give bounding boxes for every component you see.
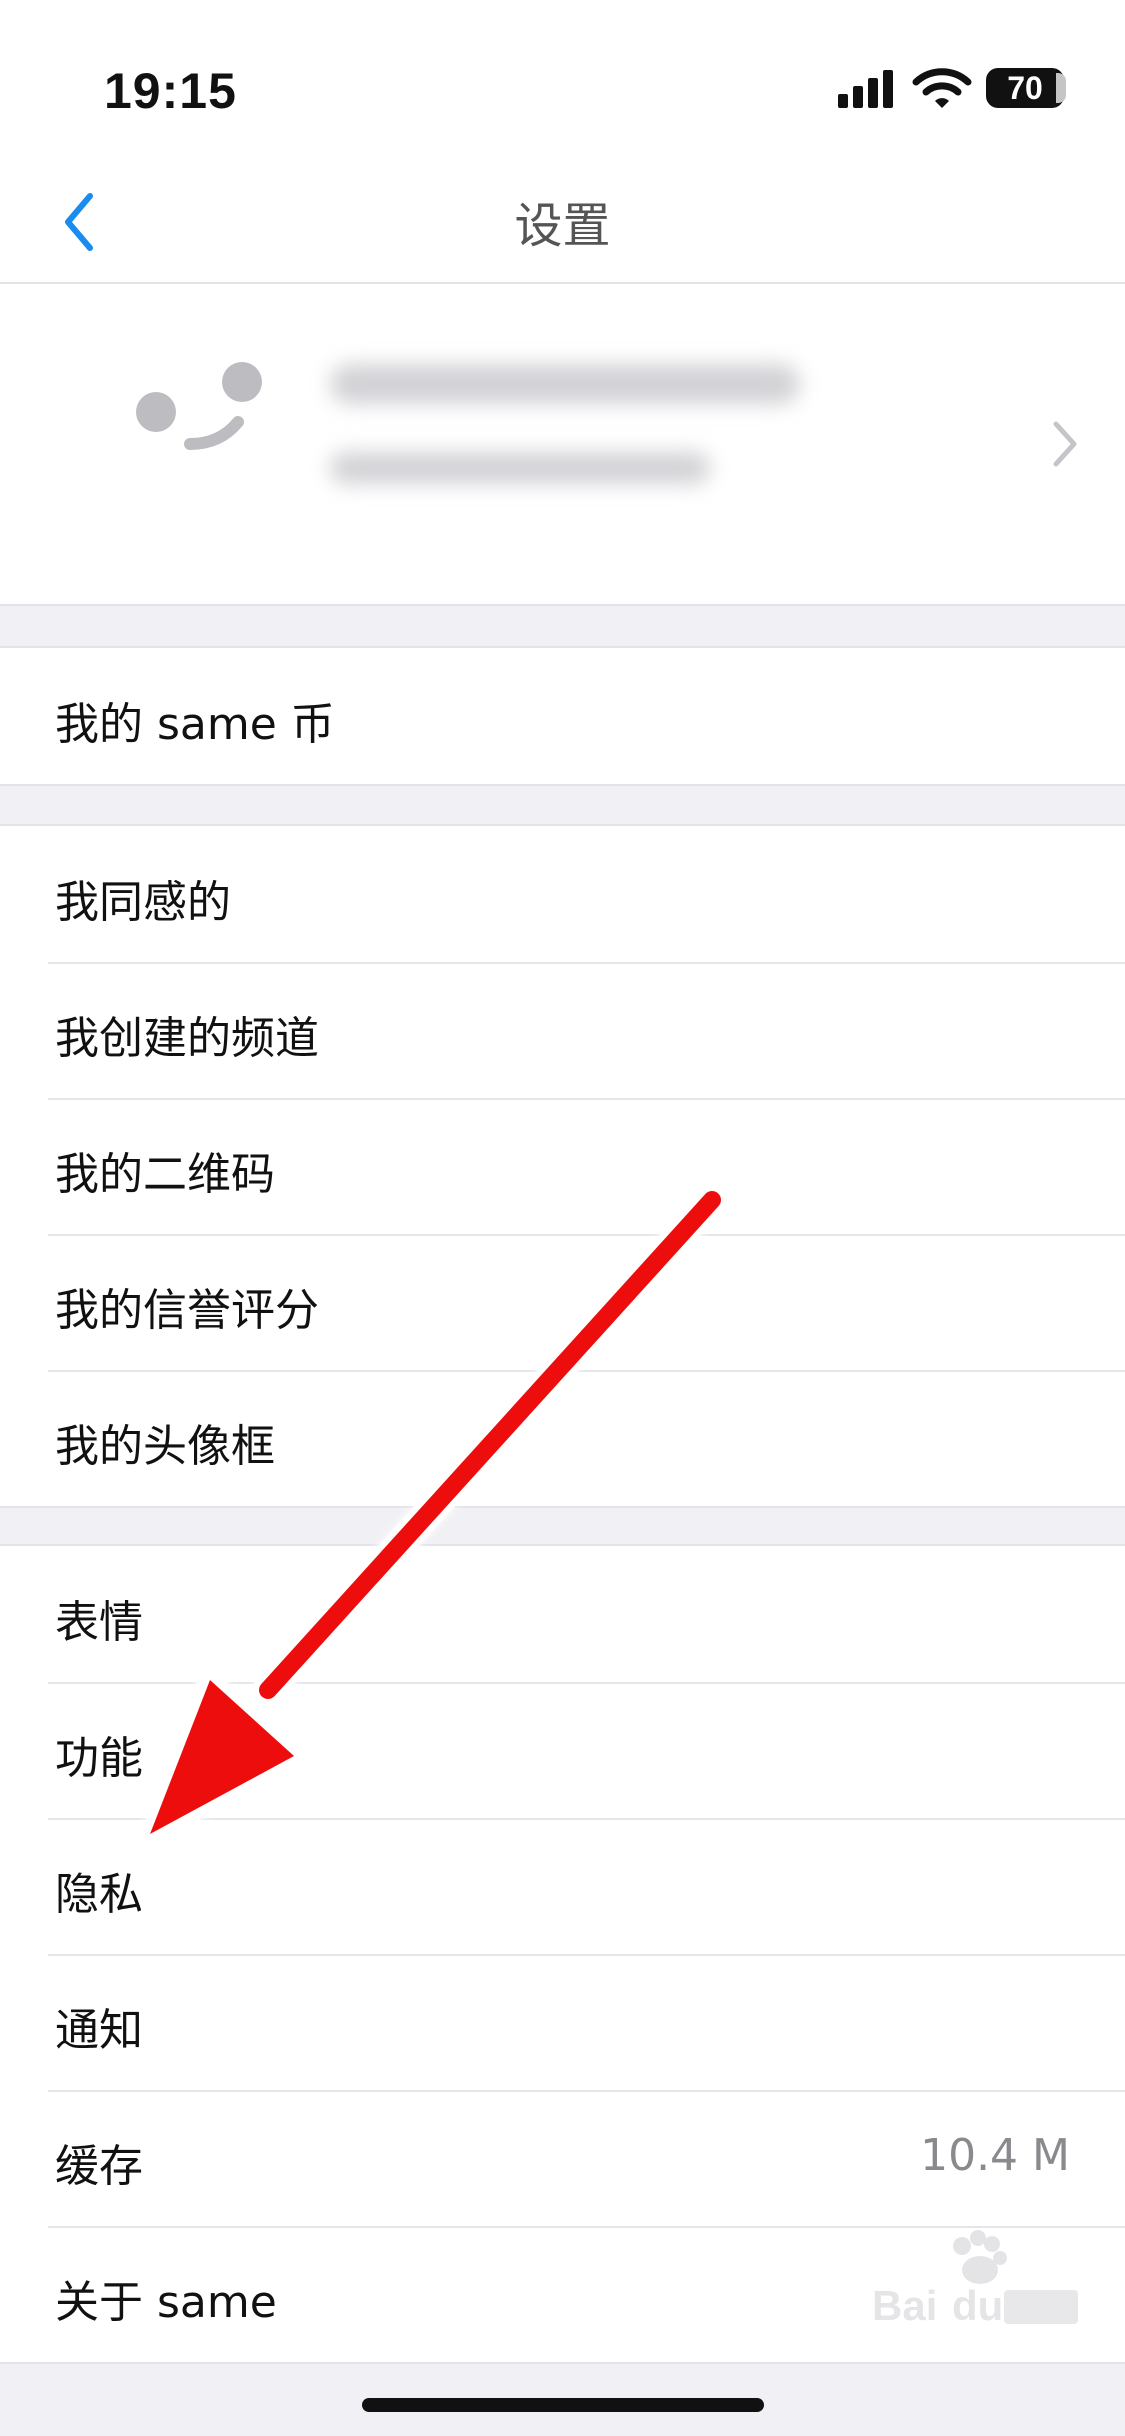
svg-text:Bai: Bai xyxy=(872,2282,937,2329)
settings-item-label: 我的信誉评分 xyxy=(55,1285,319,1336)
settings-item-label: 我的 same 币 xyxy=(55,699,335,750)
svg-text:du: du xyxy=(952,2282,1003,2329)
profile-name-redacted xyxy=(330,364,800,404)
profile-card[interactable] xyxy=(0,284,1125,606)
cache-size-value: 10.4 M xyxy=(920,2130,1070,2181)
settings-item-avatar-frame[interactable]: 我的头像框 xyxy=(0,1370,1125,1506)
chevron-right-icon xyxy=(1053,421,1077,467)
settings-item-same-coins[interactable]: 我的 same 币 xyxy=(0,648,1125,784)
page-title: 设置 xyxy=(514,198,611,254)
settings-item-label: 我的二维码 xyxy=(55,1149,275,1200)
settings-item-label: 通知 xyxy=(55,2005,143,2056)
settings-item-label: 我同感的 xyxy=(55,877,231,928)
settings-item-liked[interactable]: 我同感的 xyxy=(0,826,1125,962)
battery-tip xyxy=(1056,73,1066,103)
settings-item-notifications[interactable]: 通知 xyxy=(0,1954,1125,2090)
settings-item-label: 缓存 xyxy=(55,2141,143,2192)
avatar xyxy=(136,362,262,450)
battery-level: 70 xyxy=(986,68,1064,108)
baidu-jingyan-watermark-icon: Bai du xyxy=(872,2230,1078,2329)
settings-item-label: 关于 same xyxy=(55,2277,277,2328)
settings-item-features[interactable]: 功能 xyxy=(0,1682,1125,1818)
settings-item-emoji[interactable]: 表情 xyxy=(0,1546,1125,1682)
settings-item-privacy[interactable]: 隐私 xyxy=(0,1818,1125,1954)
profile-detail-redacted xyxy=(330,452,710,484)
settings-item-credit-score[interactable]: 我的信誉评分 xyxy=(0,1234,1125,1370)
settings-item-label: 隐私 xyxy=(55,1869,143,1920)
cellular-signal-icon xyxy=(838,70,893,108)
settings-item-label: 表情 xyxy=(55,1597,143,1648)
settings-item-cache[interactable]: 缓存 10.4 M xyxy=(0,2090,1125,2226)
home-indicator[interactable] xyxy=(362,2398,764,2412)
status-bar: 19:15 70 xyxy=(0,0,1125,160)
settings-item-label: 功能 xyxy=(55,1733,143,1784)
settings-item-my-channels[interactable]: 我创建的频道 xyxy=(0,962,1125,1098)
wifi-icon xyxy=(912,68,972,108)
settings-item-qr-code[interactable]: 我的二维码 xyxy=(0,1098,1125,1234)
navigation-bar: 设置 xyxy=(0,160,1125,284)
settings-item-label: 我创建的频道 xyxy=(55,1013,319,1064)
settings-group-currency: 我的 same 币 xyxy=(0,646,1125,786)
settings-item-label: 我的头像框 xyxy=(55,1421,275,1472)
status-time: 19:15 xyxy=(104,63,237,119)
settings-group-personal: 我同感的 我创建的频道 我的二维码 我的信誉评分 我的头像框 xyxy=(0,824,1125,1508)
